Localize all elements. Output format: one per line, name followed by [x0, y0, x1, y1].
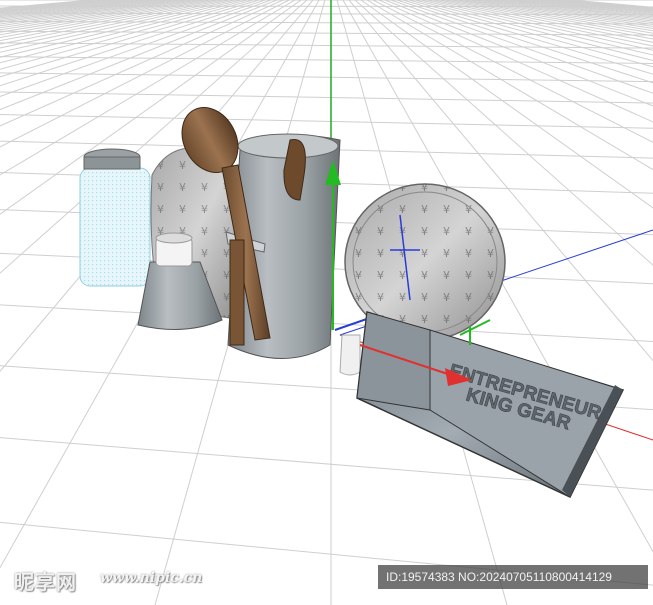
grid-line: [0, 0, 122, 13]
grid-line: [0, 0, 146, 18]
small-cup[interactable]: [339, 334, 361, 376]
grid-line: [540, 0, 653, 12]
grid-line: [0, 114, 653, 129]
image-id-bar: ID:19574383 NO:20240705110800414129: [378, 565, 648, 589]
grid-line: [0, 56, 653, 64]
grid-line: [468, 0, 653, 29]
grid-line: [492, 0, 653, 22]
grid-line: [0, 0, 152, 19]
grid-line: [516, 0, 653, 17]
grid-line: [486, 0, 653, 24]
grid-line: [546, 0, 653, 11]
3d-viewport[interactable]: ¥: [0, 0, 653, 605]
grid-line: [480, 0, 653, 25]
grid-line: [498, 0, 653, 21]
watermark-url: www.nipic.cn: [100, 570, 203, 586]
grid-line: [534, 0, 653, 13]
mason-jar[interactable]: [79, 148, 151, 287]
grid-line: [528, 0, 653, 14]
grid-line: [474, 0, 653, 27]
grid-line: [522, 0, 653, 15]
grid-line: [0, 0, 140, 16]
grid-line: [558, 0, 653, 10]
grid-line: [504, 0, 653, 19]
grid-line: [0, 0, 128, 14]
grid-line: [0, 0, 164, 22]
grid-line: [564, 0, 653, 9]
grid-line: [0, 72, 653, 83]
grid-line: [0, 0, 134, 15]
grid-line: [552, 0, 653, 11]
grid-line: [0, 0, 92, 9]
watermark-logo: 昵享网: [14, 570, 77, 594]
